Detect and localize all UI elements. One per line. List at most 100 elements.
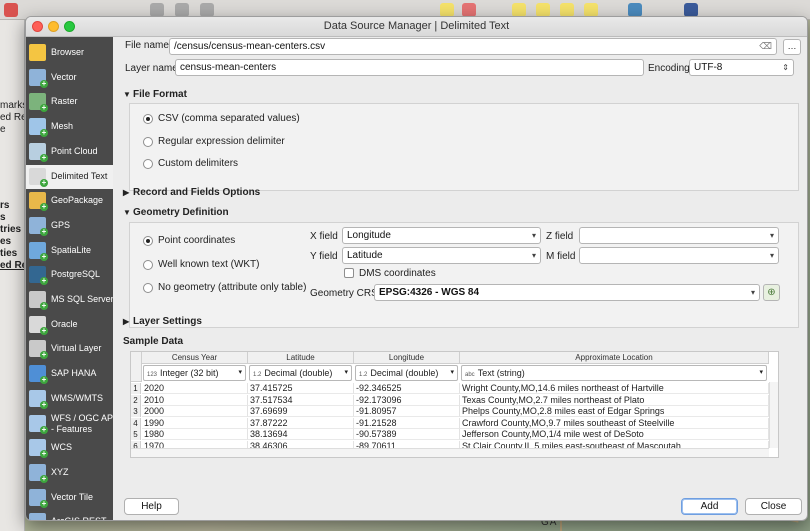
sidebar-item-xyz[interactable]: + XYZ xyxy=(26,461,113,485)
label-tool-icon[interactable] xyxy=(512,3,526,17)
csv-radio[interactable] xyxy=(143,114,153,124)
sidebar-item-spatialite[interactable]: + SpatiaLite xyxy=(26,239,113,263)
crs-selector-button[interactable]: ⊕ xyxy=(763,284,780,301)
m-field-select[interactable]: ▾ xyxy=(579,247,779,264)
custom-delimiters-label[interactable]: Custom delimiters xyxy=(158,158,238,169)
postgresql-icon: + xyxy=(29,266,48,286)
label-tool-icon[interactable] xyxy=(462,3,476,17)
table-cell[interactable]: -92.346525 xyxy=(354,383,460,394)
label-tool-icon[interactable] xyxy=(560,3,574,17)
geometry-definition-header[interactable]: ▼ Geometry Definition xyxy=(123,207,229,218)
vertical-scrollbar[interactable] xyxy=(769,382,778,448)
table-cell[interactable]: -90.57389 xyxy=(354,429,460,440)
file-format-header[interactable]: ▼ File Format xyxy=(123,89,187,100)
python-icon[interactable] xyxy=(628,3,642,17)
table-cell[interactable]: Wright County,MO,14.6 miles northeast of… xyxy=(460,383,769,394)
z-field-select[interactable]: ▾ xyxy=(579,227,779,244)
no-geometry-radio[interactable] xyxy=(143,283,153,293)
file-name-input[interactable]: /census/census-mean-centers.csv ⌫ xyxy=(169,38,777,55)
table-cell[interactable]: 2010 xyxy=(142,394,248,406)
sidebar-item-geopackage[interactable]: + GeoPackage xyxy=(26,189,113,213)
point-coordinates-label[interactable]: Point coordinates xyxy=(158,235,235,246)
sidebar-item-folder[interactable]: Browser xyxy=(26,41,113,65)
table-cell[interactable]: 37.415725 xyxy=(248,383,354,394)
help-button[interactable]: Help xyxy=(124,498,179,515)
sidebar-item-vector-layer[interactable]: + Vector xyxy=(26,66,113,90)
column-type-select[interactable]: 1.2 Decimal (double) ▾ xyxy=(355,365,458,381)
column-header[interactable]: Approximate Location xyxy=(460,352,769,364)
column-header[interactable]: Longitude xyxy=(354,352,460,364)
x-field-select[interactable]: Longitude ▾ xyxy=(342,227,541,244)
title-bar[interactable]: Data Source Manager | Delimited Text xyxy=(26,17,807,37)
column-type-select[interactable]: 123 Integer (32 bit) ▾ xyxy=(143,365,246,381)
custom-delimiters-radio[interactable] xyxy=(143,159,153,169)
toolbar-icon[interactable] xyxy=(200,3,214,17)
sidebar-item-vector-tile[interactable]: + Vector Tile xyxy=(26,486,113,510)
table-cell[interactable]: 2000 xyxy=(142,406,248,417)
y-field-select[interactable]: Latitude ▾ xyxy=(342,247,541,264)
add-button[interactable]: Add xyxy=(681,498,738,515)
table-cell[interactable]: 38.13694 xyxy=(248,429,354,440)
csv-label[interactable]: CSV (comma separated values) xyxy=(158,113,300,124)
sidebar-item-mesh-layer[interactable]: + Mesh xyxy=(26,115,113,139)
layer-settings-header[interactable]: ▶ Layer Settings xyxy=(123,316,202,327)
table-cell[interactable]: Jefferson County,MO,1/4 mile west of DeS… xyxy=(460,429,769,440)
label-tool-icon[interactable] xyxy=(440,3,454,17)
sidebar-item-sap-hana[interactable]: + SAP HANA xyxy=(26,362,113,386)
encoding-select[interactable]: UTF-8 ⇕ xyxy=(689,59,794,76)
sidebar-item-oracle[interactable]: + Oracle xyxy=(26,313,113,337)
sidebar-item-virtual-layer[interactable]: + Virtual Layer xyxy=(26,337,113,361)
table-cell[interactable]: 1980 xyxy=(142,429,248,440)
table-cell[interactable]: -92.173096 xyxy=(354,394,460,406)
table-cell[interactable]: 37.87222 xyxy=(248,417,354,429)
sidebar-item-postgresql[interactable]: + PostgreSQL xyxy=(26,263,113,287)
close-button[interactable]: Close xyxy=(745,498,802,515)
layer-name-input[interactable]: census-mean-centers xyxy=(175,59,644,76)
sidebar-item-wms[interactable]: + WMS/WMTS xyxy=(26,387,113,411)
table-cell[interactable]: 2020 xyxy=(142,383,248,394)
xyz-icon: + xyxy=(29,463,48,483)
sidebar-item-wfs[interactable]: + WFS / OGC API - Features xyxy=(26,412,113,436)
record-fields-header[interactable]: ▶ Record and Fields Options xyxy=(123,187,260,198)
wkt-label[interactable]: Well known text (WKT) xyxy=(158,259,260,270)
sample-data-table[interactable]: Census Year 123 Integer (32 bit) ▾ Latitude 1… xyxy=(130,351,779,458)
sidebar-item-gps[interactable]: + GPS xyxy=(26,214,113,238)
wkt-radio[interactable] xyxy=(143,260,153,270)
table-cell[interactable]: -91.80957 xyxy=(354,406,460,417)
spatialite-icon: + xyxy=(29,241,48,261)
regex-label[interactable]: Regular expression delimiter xyxy=(158,136,285,147)
table-cell[interactable]: Phelps County,MO,2.8 miles east of Edgar… xyxy=(460,406,769,417)
table-cell[interactable]: 37.69699 xyxy=(248,406,354,417)
toolbar-icon[interactable] xyxy=(150,3,164,17)
table-cell[interactable]: -91.21528 xyxy=(354,417,460,429)
geometry-crs-select[interactable]: EPSG:4326 - WGS 84 ▾ xyxy=(374,284,760,301)
no-geometry-label[interactable]: No geometry (attribute only table) xyxy=(158,282,306,293)
horizontal-scrollbar[interactable] xyxy=(131,448,769,457)
sidebar-item-mssql[interactable]: + MS SQL Server xyxy=(26,288,113,312)
table-cell[interactable]: Texas County,MO,2.7 miles northeast of P… xyxy=(460,394,769,406)
table-cell[interactable]: Crawford County,MO,9.7 miles southeast o… xyxy=(460,417,769,429)
label-tool-icon[interactable] xyxy=(584,3,598,17)
column-type-select[interactable]: abc Text (string) ▾ xyxy=(461,365,767,381)
sidebar-item-wcs[interactable]: + WCS xyxy=(26,436,113,460)
label-tool-icon[interactable] xyxy=(536,3,550,17)
table-cell[interactable]: 37.517534 xyxy=(248,394,354,406)
clear-icon[interactable]: ⌫ xyxy=(759,39,772,54)
sidebar-item-raster-layer[interactable]: + Raster xyxy=(26,90,113,114)
regex-radio[interactable] xyxy=(143,137,153,147)
dms-coordinates-label[interactable]: DMS coordinates xyxy=(359,268,436,279)
table-cell[interactable]: 1990 xyxy=(142,417,248,429)
column-header[interactable]: Census Year xyxy=(142,352,248,364)
help-icon[interactable] xyxy=(684,3,698,17)
sidebar-item-arcgis-rest[interactable]: + ArcGIS REST xyxy=(26,510,113,520)
sidebar-item-delimited-text[interactable]: + Delimited Text xyxy=(26,164,113,189)
toolbar-icon[interactable] xyxy=(4,3,18,17)
toolbar-icon[interactable] xyxy=(175,3,189,17)
column-header[interactable]: Latitude xyxy=(248,352,354,364)
browse-button[interactable]: … xyxy=(783,39,801,55)
column-type-select[interactable]: 1.2 Decimal (double) ▾ xyxy=(249,365,352,381)
dms-coordinates-checkbox[interactable] xyxy=(344,268,354,278)
sidebar-item-point-cloud[interactable]: + Point Cloud xyxy=(26,140,113,164)
point-coordinates-radio[interactable] xyxy=(143,236,153,246)
chevron-down-icon: ▾ xyxy=(450,369,454,376)
